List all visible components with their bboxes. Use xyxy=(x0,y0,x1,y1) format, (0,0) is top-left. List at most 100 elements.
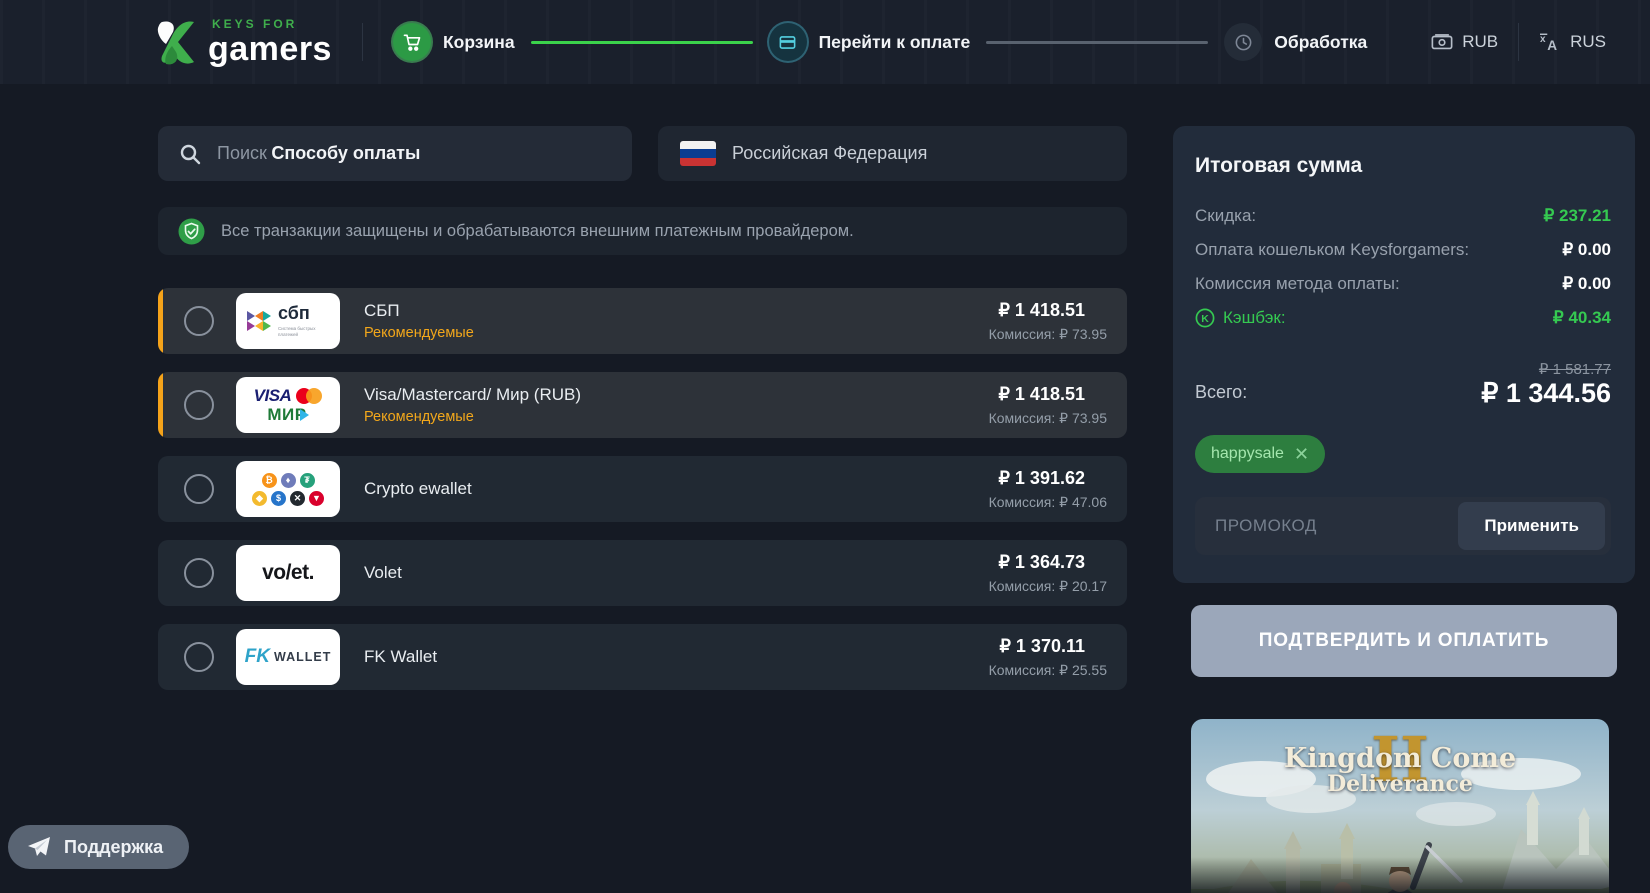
fk-wallet-logo: FK WALLET xyxy=(236,629,340,685)
search-input[interactable]: Поиск Способу оплаты xyxy=(158,126,632,181)
russia-flag-icon xyxy=(680,141,716,166)
payment-row-fk-wallet[interactable]: FK WALLET FK Wallet ₽ 1 370.11 Комиссия:… xyxy=(158,624,1127,690)
step-cart-label: Корзина xyxy=(443,32,515,53)
country-name: Российская Федерация xyxy=(732,143,927,164)
btc-coin-icon: ₿ xyxy=(262,473,277,488)
payment-name: СБП xyxy=(364,301,474,321)
promo-code-input[interactable]: ПРОМОКОД Применить xyxy=(1195,497,1611,555)
payment-name: Volet xyxy=(364,563,402,583)
summary-value: ₽ 40.34 xyxy=(1553,308,1611,328)
visa-mc-mir-logo: VISA МИР xyxy=(236,377,340,433)
summary-row-commission: Комиссия метода оплаты: ₽ 0.00 xyxy=(1195,274,1611,294)
eth-coin-icon: ♦ xyxy=(281,473,296,488)
step-cart[interactable]: Корзина xyxy=(393,23,515,61)
security-notice-text: Все транзакции защищены и обрабатываются… xyxy=(221,222,854,241)
recommended-badge: Рекомендуемые xyxy=(364,409,581,425)
progress-line-done xyxy=(531,41,753,44)
summary-value: ₽ 0.00 xyxy=(1562,274,1611,294)
promo-placeholder: ПРОМОКОД xyxy=(1215,516,1317,536)
mir-logo-arrow-icon xyxy=(300,409,309,421)
payment-commission: Комиссия: ₽ 25.55 xyxy=(989,662,1107,679)
sbp-logo-subtext: Система быстрых платежей xyxy=(278,326,330,338)
xrp-coin-icon: ✕ xyxy=(290,491,305,506)
payment-name: Crypto ewallet xyxy=(364,479,472,499)
header: KEYS FOR gamers Корзина Перейти к оплате xyxy=(0,0,1650,84)
radio-button[interactable] xyxy=(184,558,214,588)
promo-chip[interactable]: happysale ✕ xyxy=(1195,435,1325,473)
cart-icon xyxy=(393,23,431,61)
banknote-icon xyxy=(1431,33,1453,51)
payment-commission: Комиссия: ₽ 47.06 xyxy=(989,494,1107,511)
bnb-coin-icon: ◆ xyxy=(252,491,267,506)
usdt-coin-icon: ₮ xyxy=(300,473,315,488)
usdc-coin-icon: $ xyxy=(271,491,286,506)
clock-icon xyxy=(1224,23,1262,61)
summary-row-cashback: K Кэшбэк: ₽ 40.34 xyxy=(1195,308,1611,328)
payment-name: FK Wallet xyxy=(364,647,437,667)
total-label: Всего: xyxy=(1195,382,1247,403)
language-selector[interactable]: x A RUS xyxy=(1539,32,1606,52)
payment-price: ₽ 1 364.73 xyxy=(998,552,1085,573)
payment-row-visa-mc-mir[interactable]: VISA МИР Visa/Mastercard/ Мир (RUB) Реко… xyxy=(158,372,1127,438)
security-notice: Все транзакции защищены и обрабатываются… xyxy=(158,207,1127,255)
payment-commission: Комиссия: ₽ 73.95 xyxy=(989,326,1107,343)
currency-label: RUB xyxy=(1462,32,1498,52)
promo-chip-remove-icon[interactable]: ✕ xyxy=(1294,445,1309,463)
payment-price: ₽ 1 418.51 xyxy=(998,300,1085,321)
support-label: Поддержка xyxy=(64,837,163,858)
payment-commission: Комиссия: ₽ 20.17 xyxy=(989,578,1107,595)
game-title: Kingdom Come Deliverance xyxy=(1191,745,1609,796)
currency-selector[interactable]: RUB xyxy=(1431,32,1498,52)
language-label: RUS xyxy=(1570,32,1606,52)
search-icon xyxy=(178,142,202,166)
checkout-steps: Корзина Перейти к оплате Обработка xyxy=(393,23,1367,61)
radio-button[interactable] xyxy=(184,306,214,336)
svg-text:A: A xyxy=(1547,38,1557,52)
summary-label: Оплата кошельком Keysforgamers: xyxy=(1195,240,1469,260)
svg-text:K: K xyxy=(1201,313,1209,325)
summary-value: ₽ 237.21 xyxy=(1543,206,1611,226)
progress-line-pending xyxy=(986,41,1208,44)
payment-price: ₽ 1 391.62 xyxy=(998,468,1085,489)
sbp-logo-text: сбп xyxy=(278,303,310,323)
radio-button[interactable] xyxy=(184,474,214,504)
product-card[interactable]: II Kingdom Come Deliverance Easy key ₽ 1… xyxy=(1191,719,1609,893)
payment-row-volet[interactable]: vo/et. Volet ₽ 1 364.73 Комиссия: ₽ 20.1… xyxy=(158,540,1127,606)
volet-logo-text: vo/et. xyxy=(262,561,314,585)
country-selector[interactable]: Российская Федерация xyxy=(658,126,1127,181)
step-payment-label: Перейти к оплате xyxy=(819,32,971,53)
promo-chip-label: happysale xyxy=(1211,445,1284,463)
payment-row-crypto[interactable]: ₿ ♦ ₮ ◆ $ ✕ ▼ Crypto ewallet xyxy=(158,456,1127,522)
confirm-and-pay-button[interactable]: ПОДТВЕРДИТЬ И ОПЛАТИТЬ xyxy=(1191,605,1617,677)
summary-label: Комиссия метода оплаты: xyxy=(1195,274,1400,294)
radio-button[interactable] xyxy=(184,390,214,420)
trx-coin-icon: ▼ xyxy=(309,491,324,506)
logo[interactable]: KEYS FOR gamers xyxy=(156,18,332,66)
crypto-logo: ₿ ♦ ₮ ◆ $ ✕ ▼ xyxy=(236,461,340,517)
summary-label: Кэшбэк: xyxy=(1223,308,1286,328)
fk-logo-text: FK xyxy=(245,646,270,668)
payment-row-sbp[interactable]: сбп Система быстрых платежей СБП Рекомен… xyxy=(158,288,1127,354)
logo-top-text: KEYS FOR xyxy=(212,18,332,30)
mastercard-logo-icon xyxy=(296,388,322,404)
cashback-icon: K xyxy=(1195,308,1215,328)
apply-promo-button[interactable]: Применить xyxy=(1458,502,1605,550)
keysforgamers-logo-icon xyxy=(156,20,198,66)
payment-name: Visa/Mastercard/ Мир (RUB) xyxy=(364,385,581,405)
summary-value: ₽ 0.00 xyxy=(1562,240,1611,260)
total-block: Всего: ₽ 1 581.77 ₽ 1 344.56 xyxy=(1195,360,1611,409)
support-button[interactable]: Поддержка xyxy=(8,825,189,869)
step-processing: Обработка xyxy=(1224,23,1367,61)
step-processing-label: Обработка xyxy=(1274,32,1367,53)
payment-price: ₽ 1 370.11 xyxy=(999,636,1085,657)
summary-title: Итоговая сумма xyxy=(1195,154,1611,178)
step-payment[interactable]: Перейти к оплате xyxy=(769,23,971,61)
fk-wallet-logo-text: WALLET xyxy=(274,650,331,664)
header-divider xyxy=(1518,23,1519,61)
sbp-logo: сбп Система быстрых платежей xyxy=(236,293,340,349)
radio-button[interactable] xyxy=(184,642,214,672)
card-icon xyxy=(769,23,807,61)
telegram-icon xyxy=(26,835,52,859)
order-summary-panel: Итоговая сумма Скидка: ₽ 237.21 Оплата к… xyxy=(1173,126,1635,583)
payment-method-list: сбп Система быстрых платежей СБП Рекомен… xyxy=(158,288,1127,690)
